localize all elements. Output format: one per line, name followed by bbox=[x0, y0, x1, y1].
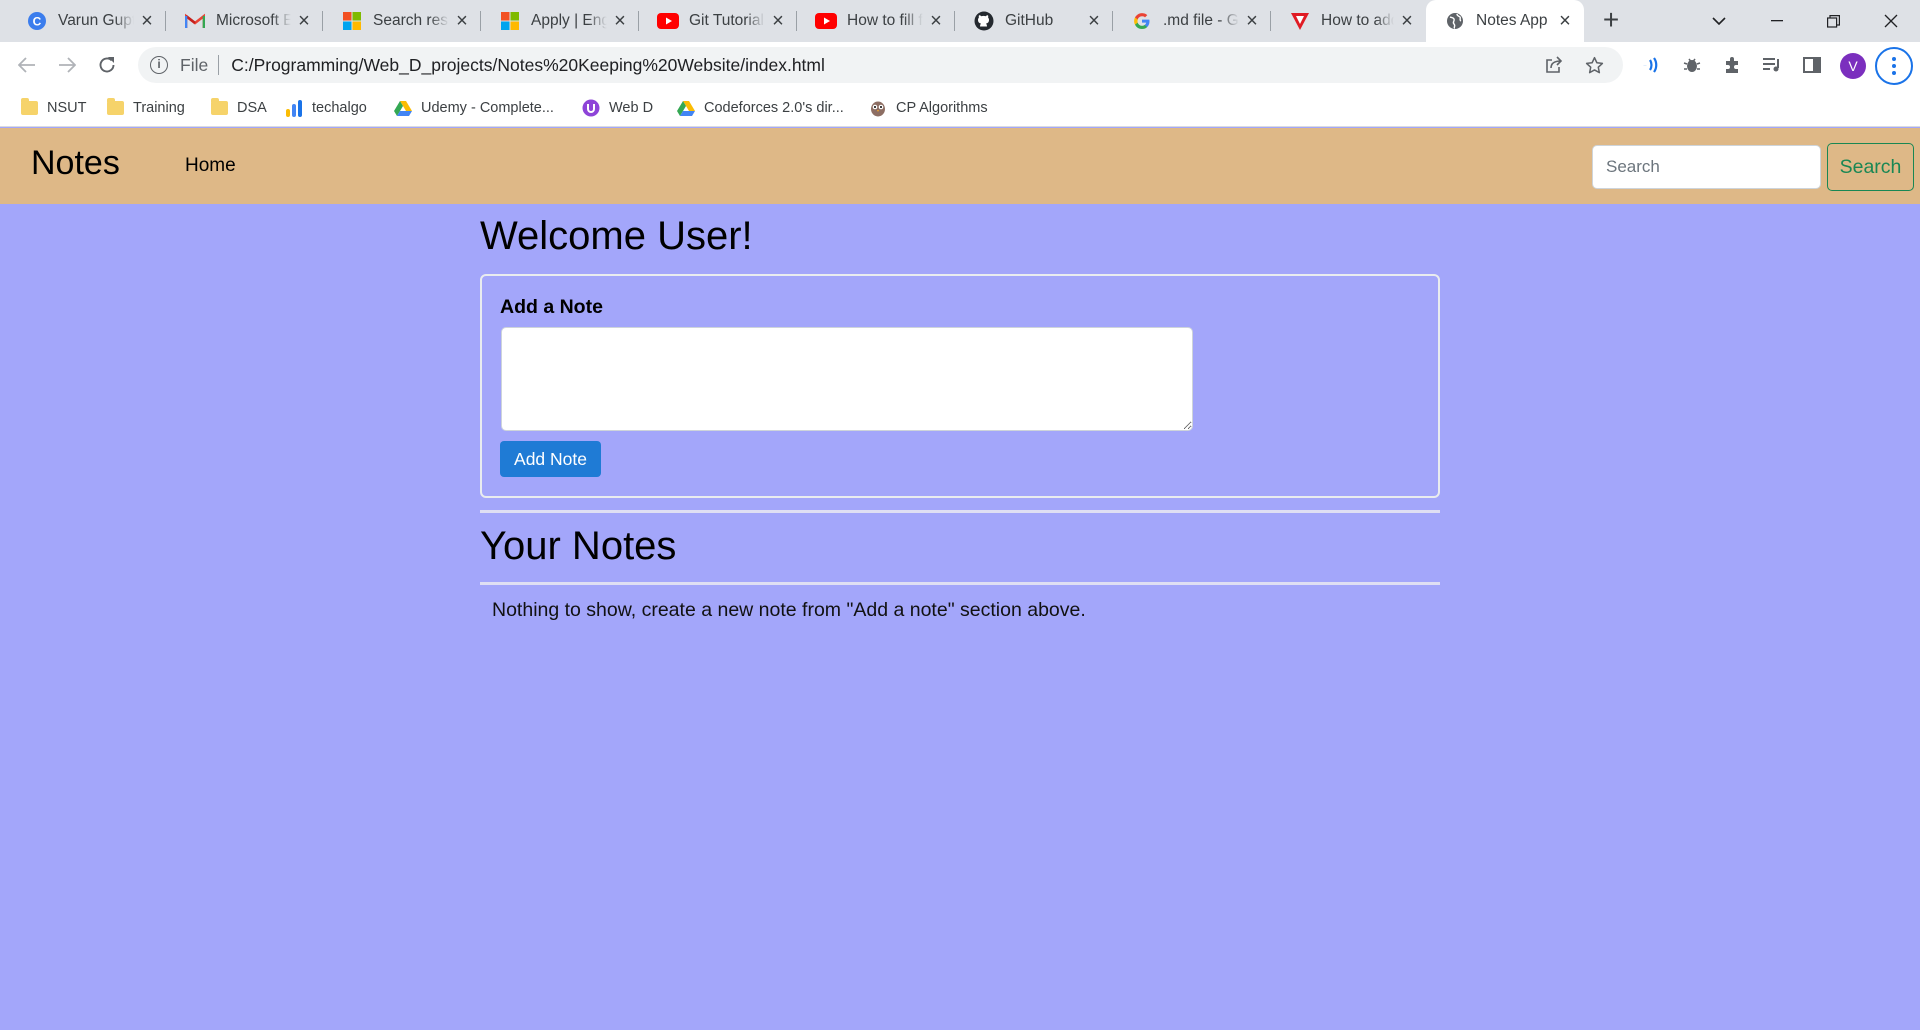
forward-icon[interactable] bbox=[52, 50, 82, 80]
microsoft-icon bbox=[499, 10, 521, 32]
bug-extension-icon[interactable] bbox=[1677, 50, 1707, 80]
tab-title: Microsoft Edge bbox=[216, 12, 291, 29]
bar-chart-icon bbox=[285, 99, 303, 117]
extension-wave-icon[interactable] bbox=[1637, 50, 1667, 80]
back-icon[interactable] bbox=[12, 50, 42, 80]
share-icon[interactable] bbox=[1538, 47, 1570, 83]
close-tab-icon[interactable]: × bbox=[1556, 11, 1574, 31]
reload-icon[interactable] bbox=[92, 50, 122, 80]
tab-search-results[interactable]: Search results × bbox=[323, 0, 481, 42]
bookmark-nsut[interactable]: NSUT bbox=[20, 96, 86, 120]
google-icon bbox=[1131, 10, 1153, 32]
tab-microsoft-edge[interactable]: Microsoft Edge × bbox=[166, 0, 323, 42]
folder-icon bbox=[20, 98, 38, 117]
close-tab-icon[interactable]: × bbox=[1398, 11, 1416, 31]
bookmark-training[interactable]: Training bbox=[106, 96, 185, 120]
bookmark-cp-algorithms[interactable]: CP Algorithms bbox=[869, 96, 988, 120]
tab-title: Search results bbox=[373, 12, 449, 29]
side-panel-icon[interactable] bbox=[1797, 50, 1827, 80]
tab-title: How to fill f bbox=[847, 12, 923, 29]
tab-apply-engage[interactable]: Apply | Engage × bbox=[481, 0, 639, 42]
tab-search-icon[interactable] bbox=[1694, 0, 1744, 42]
url-text[interactable]: C:/Programming/Web_D_projects/Notes%20Ke… bbox=[231, 55, 825, 76]
google-drive-icon bbox=[394, 99, 412, 117]
close-window-icon[interactable] bbox=[1866, 0, 1916, 42]
youtube-icon bbox=[815, 10, 837, 32]
brand-logo[interactable]: Notes bbox=[31, 144, 120, 183]
note-textarea[interactable] bbox=[501, 327, 1193, 431]
add-note-button[interactable]: Add Note bbox=[500, 441, 601, 477]
close-tab-icon[interactable]: × bbox=[453, 11, 471, 31]
gmail-icon bbox=[184, 10, 206, 32]
bookmark-web-d[interactable]: Web D bbox=[582, 96, 653, 120]
bookmark-star-icon[interactable] bbox=[1578, 47, 1610, 83]
nav-link-home[interactable]: Home bbox=[185, 155, 236, 177]
empty-notes-message: Nothing to show, create a new note from … bbox=[492, 599, 1086, 621]
svg-text:C: C bbox=[33, 15, 42, 29]
bookmark-udemy[interactable]: Udemy - Complete... bbox=[394, 96, 554, 120]
tab-varun-gupta[interactable]: C Varun Gupta × bbox=[8, 0, 166, 42]
divider bbox=[480, 510, 1440, 513]
extensions-puzzle-icon[interactable] bbox=[1717, 50, 1747, 80]
site-navbar: Notes Home Search bbox=[0, 128, 1920, 204]
youtube-icon bbox=[657, 10, 679, 32]
close-tab-icon[interactable]: × bbox=[1085, 11, 1103, 31]
restore-icon[interactable] bbox=[1808, 0, 1858, 42]
tab-title: Git Tutorial bbox=[689, 12, 764, 29]
tab-github[interactable]: GitHub × bbox=[955, 0, 1113, 42]
folder-icon bbox=[106, 98, 124, 117]
folder-icon bbox=[210, 98, 228, 117]
github-icon bbox=[973, 10, 995, 32]
tab-title: GitHub bbox=[1005, 12, 1054, 29]
tab-title: Apply | Engage bbox=[531, 12, 607, 29]
browser-toolbar: i File C:/Programming/Web_D_projects/Not… bbox=[0, 42, 1920, 88]
tab-notes-app[interactable]: Notes App × bbox=[1426, 0, 1584, 42]
search-button[interactable]: Search bbox=[1827, 143, 1914, 191]
browser-menu-icon[interactable] bbox=[1875, 47, 1913, 85]
google-drive-icon bbox=[677, 99, 695, 117]
address-bar[interactable]: i File C:/Programming/Web_D_projects/Not… bbox=[138, 47, 1623, 83]
microsoft-icon bbox=[341, 10, 363, 32]
bookmark-techalgo[interactable]: techalgo bbox=[285, 96, 367, 120]
media-control-icon[interactable] bbox=[1757, 50, 1787, 80]
tab-title: .md file - Google bbox=[1163, 12, 1239, 29]
url-scheme: File bbox=[180, 54, 209, 75]
profile-avatar[interactable]: V bbox=[1840, 53, 1866, 79]
close-tab-icon[interactable]: × bbox=[611, 11, 629, 31]
new-tab-button[interactable]: + bbox=[1596, 6, 1626, 36]
owl-icon bbox=[869, 99, 887, 117]
bookmarks-bar: NSUT Training DSA techalgo Udemy - Compl… bbox=[0, 88, 1920, 127]
add-note-card: Add a Note Add Note bbox=[480, 274, 1440, 498]
tab-how-to-fill[interactable]: How to fill f × bbox=[797, 0, 955, 42]
globe-icon bbox=[1444, 10, 1466, 32]
search-input[interactable] bbox=[1592, 145, 1821, 189]
bookmark-codeforces[interactable]: Codeforces 2.0's dir... bbox=[677, 96, 844, 120]
close-tab-icon[interactable]: × bbox=[769, 11, 787, 31]
info-icon[interactable]: i bbox=[150, 56, 168, 74]
close-tab-icon[interactable]: × bbox=[295, 11, 313, 31]
purple-badge-icon bbox=[582, 99, 600, 117]
tab-how-to-add[interactable]: How to add × bbox=[1271, 0, 1426, 42]
divider bbox=[480, 582, 1440, 585]
tab-git-tutorial[interactable]: Git Tutorial × bbox=[639, 0, 797, 42]
tab-md-file[interactable]: .md file - Google × bbox=[1113, 0, 1271, 42]
tab-strip: C Varun Gupta × Microsoft Edge × Search … bbox=[0, 0, 1920, 42]
welcome-heading: Welcome User! bbox=[480, 214, 753, 258]
tab-title: How to add bbox=[1321, 12, 1394, 29]
tab-title: Varun Gupta bbox=[58, 12, 134, 29]
bookmark-dsa[interactable]: DSA bbox=[210, 96, 267, 120]
close-tab-icon[interactable]: × bbox=[927, 11, 945, 31]
vercel-icon bbox=[1289, 10, 1311, 32]
tab-title: Notes App bbox=[1476, 12, 1548, 29]
copilot-icon: C bbox=[26, 10, 48, 32]
close-tab-icon[interactable]: × bbox=[138, 11, 156, 31]
minimize-icon[interactable] bbox=[1752, 0, 1802, 42]
your-notes-heading: Your Notes bbox=[480, 524, 677, 568]
close-tab-icon[interactable]: × bbox=[1243, 11, 1261, 31]
add-note-title: Add a Note bbox=[500, 296, 603, 318]
